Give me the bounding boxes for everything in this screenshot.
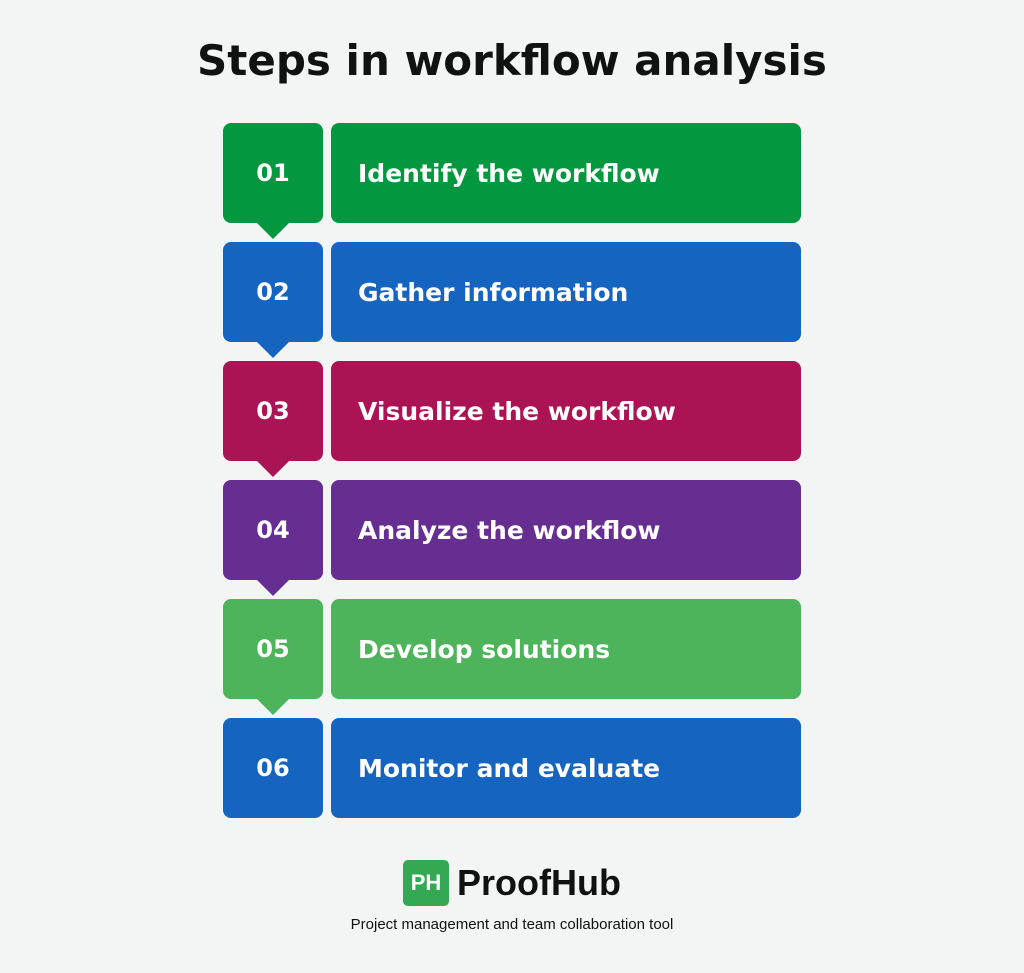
step-label: Visualize the workflow [331,361,801,461]
steps-list: 01 Identify the workflow 02 Gather infor… [223,123,801,837]
brand-tagline: Project management and team collaboratio… [350,916,674,933]
page-title: Steps in workflow analysis [197,36,827,85]
brand-lockup: PH ProofHub [0,860,1024,906]
step-number: 04 [256,516,290,544]
step-item: 06 Monitor and evaluate [223,718,801,818]
arrow-down-icon [257,699,289,715]
step-number-badge: 06 [223,718,323,818]
step-label: Develop solutions [331,599,801,699]
step-item: 05 Develop solutions [223,599,801,715]
step-item: 03 Visualize the workflow [223,361,801,477]
step-number-badge: 01 [223,123,323,239]
step-label: Analyze the workflow [331,480,801,580]
brand-name: ProofHub [457,862,621,903]
step-item: 01 Identify the workflow [223,123,801,239]
step-item: 02 Gather information [223,242,801,358]
step-number-badge: 04 [223,480,323,596]
proofhub-logo-icon: PH [403,860,450,906]
step-number: 03 [256,397,290,425]
step-number: 02 [256,278,290,306]
arrow-down-icon [257,580,289,596]
arrow-down-icon [257,461,289,477]
step-number-badge: 05 [223,599,323,715]
step-number-badge: 02 [223,242,323,358]
step-label: Identify the workflow [331,123,801,223]
arrow-down-icon [257,342,289,358]
arrow-down-icon [257,223,289,239]
step-number: 05 [256,635,290,663]
step-label: Gather information [331,242,801,342]
step-number-badge: 03 [223,361,323,477]
step-number: 01 [256,159,290,187]
step-item: 04 Analyze the workflow [223,480,801,596]
step-number: 06 [256,754,290,782]
step-label: Monitor and evaluate [331,718,801,818]
